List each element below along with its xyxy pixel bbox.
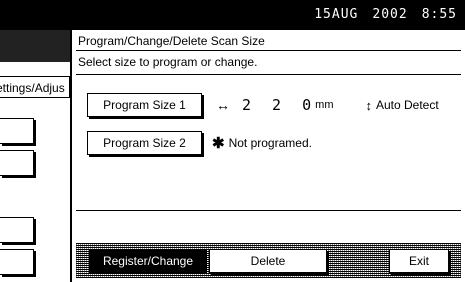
program-size-2-row: Program Size 2 ✱ Not programed. (87, 131, 312, 155)
left-button-4[interactable] (0, 249, 34, 275)
dialog-message: Select size to program or change. (78, 55, 258, 69)
program-size-1-row: Program Size 1 ↔ 2 2 0 mm ↕ Auto Detect (87, 93, 439, 117)
left-button-1[interactable] (0, 118, 34, 144)
date-text: 15AUG (314, 7, 359, 22)
left-panel-header (0, 30, 70, 62)
date-time-display: 15AUG 2002 8:55 (300, 7, 457, 23)
left-button-2[interactable] (0, 150, 34, 176)
content-divider (76, 210, 461, 211)
bottom-button-bar: Register/Change Delete Exit (76, 243, 461, 278)
scan-size-dialog: Program/Change/Delete Scan Size Select s… (70, 30, 465, 282)
program-size-1-button[interactable]: Program Size 1 (87, 93, 202, 117)
dialog-title: Program/Change/Delete Scan Size (78, 34, 265, 48)
vertical-arrow-icon: ↕ (365, 97, 372, 113)
horizontal-arrow-icon: ↔ (216, 97, 230, 113)
settings-adjust-tab-label: ettings/Adjus (0, 81, 65, 95)
settings-adjust-tab[interactable]: ettings/Adjus (0, 76, 70, 98)
year-text: 2002 (372, 7, 408, 22)
time-text: 8:55 (421, 7, 457, 22)
top-status-bar: 15AUG 2002 8:55 (0, 0, 465, 30)
message-divider (76, 74, 461, 75)
title-divider (76, 50, 461, 51)
exit-button[interactable]: Exit (389, 249, 449, 273)
program-size-1-value: 2 2 0 (242, 96, 318, 114)
left-button-3[interactable] (0, 217, 34, 243)
program-size-1-unit: mm (315, 99, 334, 111)
delete-button[interactable]: Delete (209, 249, 327, 273)
asterisk-icon: ✱ (212, 135, 225, 152)
program-size-2-button[interactable]: Program Size 2 (87, 131, 202, 155)
not-programmed-text: Not programed. (228, 136, 312, 150)
auto-detect-text: Auto Detect (375, 98, 439, 112)
register-change-button[interactable]: Register/Change (89, 249, 207, 273)
